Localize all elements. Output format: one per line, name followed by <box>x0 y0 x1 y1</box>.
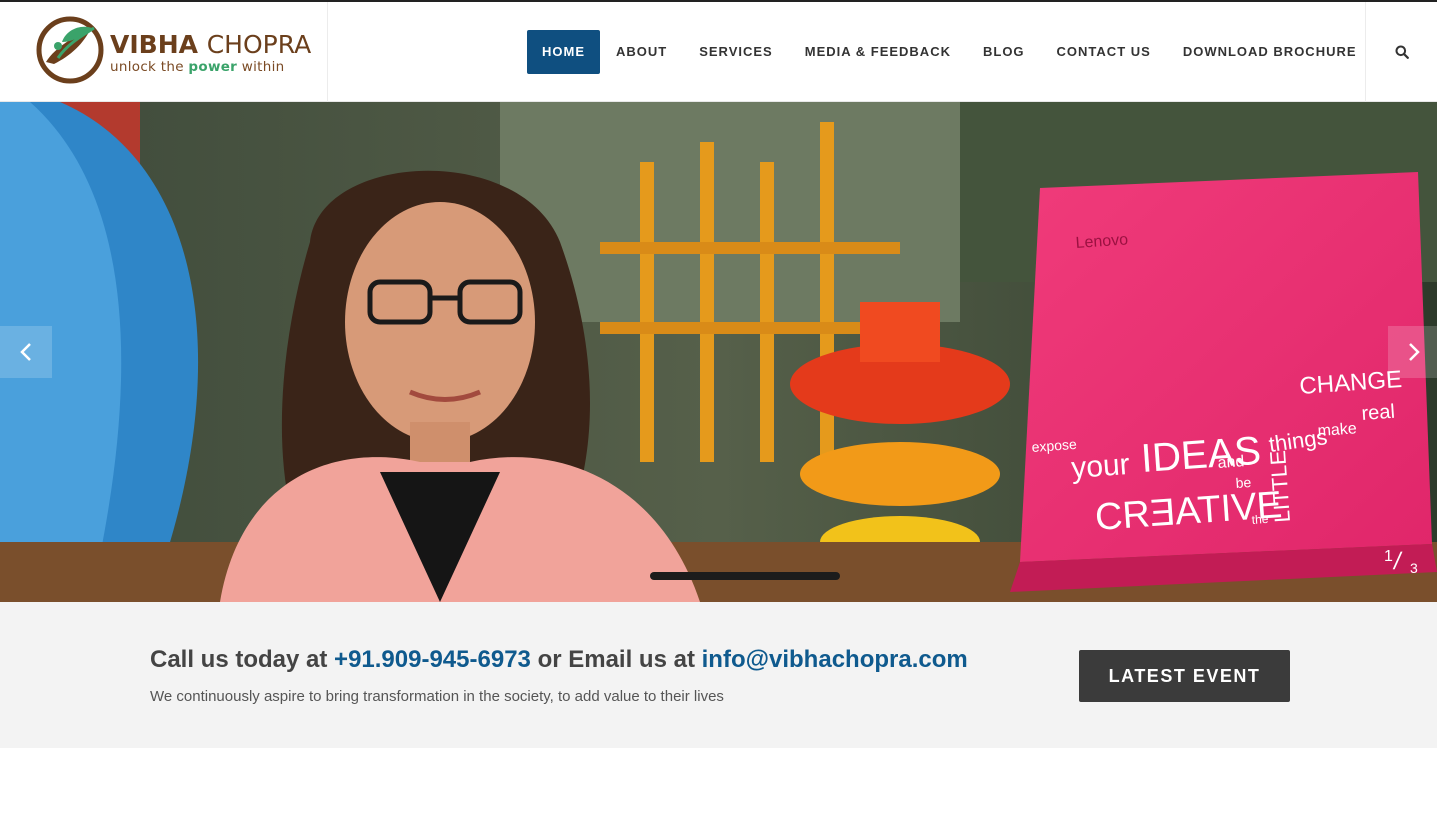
cta-subtitle: We continuously aspire to bring transfor… <box>150 688 724 705</box>
main-nav: HOME ABOUT SERVICES MEDIA & FEEDBACK BLO… <box>527 30 1373 74</box>
nav-download-brochure[interactable]: DOWNLOAD BROCHURE <box>1167 30 1373 74</box>
logo-icon <box>36 16 104 84</box>
nav-contact-us[interactable]: CONTACT US <box>1041 30 1167 74</box>
laptop-word-your: your <box>1070 448 1131 485</box>
logo-text: VIBHA CHOPRA unlock the power within <box>110 32 311 76</box>
laptop-word-make: make <box>1317 420 1357 440</box>
logo-link[interactable]: VIBHA CHOPRA unlock the power within <box>0 2 328 102</box>
brand-tagline: unlock the power within <box>110 59 311 75</box>
slide-counter: 1 / 3 <box>1382 548 1426 578</box>
nav-home[interactable]: HOME <box>527 30 600 74</box>
brand-name-second: CHOPRA <box>206 30 312 59</box>
slider-next-button[interactable] <box>1388 326 1437 378</box>
brand-name-first: VIBHA <box>110 30 198 59</box>
brand-name: VIBHA CHOPRA <box>110 32 311 58</box>
laptop-word-ideas: IDEAS <box>1140 429 1263 481</box>
laptop-word-little: LITTLE <box>1265 450 1295 524</box>
search-button[interactable] <box>1365 2 1437 102</box>
cta-headline: Call us today at +91.909-945-6973 or Ema… <box>150 646 968 674</box>
hero-slider: Lenovo expose your IDEAS and be CRƎATIVE… <box>0 102 1437 602</box>
slider-prev-button[interactable] <box>0 326 52 378</box>
cta-prefix: Call us today at <box>150 646 328 673</box>
laptop-word-real: real <box>1361 401 1396 425</box>
search-icon <box>1395 45 1409 59</box>
laptop-word-the: the <box>1251 512 1269 527</box>
latest-event-button[interactable]: LATEST EVENT <box>1079 650 1290 702</box>
email-link[interactable]: info@vibhachopra.com <box>702 646 968 673</box>
tagline-before: unlock the <box>110 59 184 75</box>
nav-about[interactable]: ABOUT <box>600 30 683 74</box>
nav-services[interactable]: SERVICES <box>683 30 789 74</box>
site-header: VIBHA CHOPRA unlock the power within HOM… <box>0 0 1437 102</box>
tagline-highlight: power <box>188 59 238 75</box>
laptop-word-and: and <box>1217 453 1245 472</box>
slide-separator: / <box>1391 548 1404 575</box>
contact-cta: Call us today at +91.909-945-6973 or Ema… <box>0 602 1437 748</box>
nav-blog[interactable]: BLOG <box>967 30 1041 74</box>
slide-total: 3 <box>1410 560 1418 576</box>
slide-current: 1 <box>1384 548 1393 565</box>
chevron-right-icon <box>1409 343 1420 361</box>
tagline-after: within <box>241 59 285 75</box>
hero-slide-image: Lenovo expose your IDEAS and be CRƎATIVE… <box>0 102 1437 602</box>
cta-middle: or Email us at <box>537 646 695 673</box>
chevron-left-icon <box>20 343 31 361</box>
nav-media-feedback[interactable]: MEDIA & FEEDBACK <box>789 30 967 74</box>
phone-link[interactable]: +91.909-945-6973 <box>334 646 531 673</box>
